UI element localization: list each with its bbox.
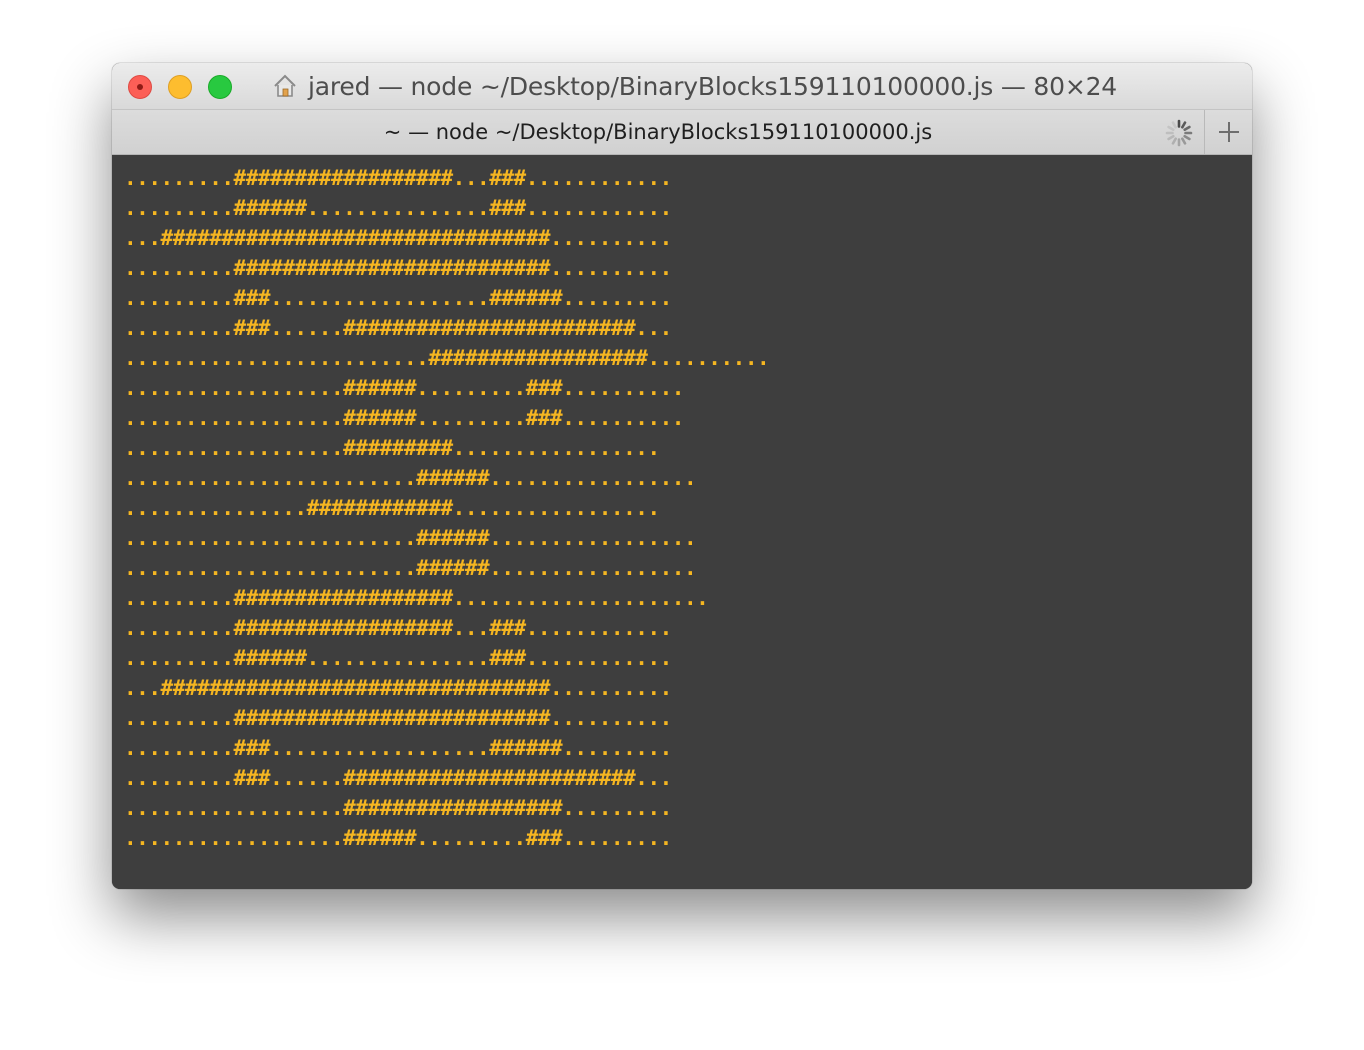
terminal-line: .........................###############… <box>124 346 770 370</box>
terminal-line: .........##################...###.......… <box>124 616 672 640</box>
terminal-line: ........................######..........… <box>124 556 697 580</box>
terminal-line: .........##########################.....… <box>124 256 672 280</box>
terminal-line: ...............############.............… <box>124 496 660 520</box>
activity-spinner-icon <box>1165 119 1193 147</box>
terminal-window: jared — node ~/Desktop/BinaryBlocks15911… <box>112 63 1252 889</box>
terminal-line: .........##################...###.......… <box>124 166 672 190</box>
close-window-button[interactable] <box>128 75 152 99</box>
terminal-line: ...################################.....… <box>124 226 672 250</box>
terminal-line: ...################################.....… <box>124 676 672 700</box>
terminal-line: ..................######.........###....… <box>124 826 672 850</box>
home-icon <box>274 74 296 97</box>
window-title: jared — node ~/Desktop/BinaryBlocks15911… <box>308 71 1117 101</box>
terminal-line: .........###..................######....… <box>124 286 672 310</box>
window-title-group: jared — node ~/Desktop/BinaryBlocks15911… <box>272 71 1117 101</box>
terminal-line: .........##########################.....… <box>124 706 672 730</box>
new-tab-button[interactable] <box>1204 110 1252 154</box>
plus-icon <box>1218 122 1239 142</box>
terminal-line: .........##################.............… <box>124 586 709 610</box>
terminal-line: .........######...............###.......… <box>124 196 672 220</box>
terminal-line: .........######...............###.......… <box>124 646 672 670</box>
minimize-window-button[interactable] <box>168 75 192 99</box>
zoom-window-button[interactable] <box>208 75 232 99</box>
terminal-line: ..................######.........###....… <box>124 376 684 400</box>
terminal-line: .........###..................######....… <box>124 736 672 760</box>
title-bar[interactable]: jared — node ~/Desktop/BinaryBlocks15911… <box>112 63 1252 109</box>
tab-bar: ~ — node ~/Desktop/BinaryBlocks159110100… <box>112 109 1252 155</box>
tab-active[interactable]: ~ — node ~/Desktop/BinaryBlocks159110100… <box>112 110 1204 154</box>
terminal-line: ........................######..........… <box>124 526 697 550</box>
terminal-line: .........###......######################… <box>124 766 672 790</box>
terminal-line: ..................##################....… <box>124 796 672 820</box>
terminal-line: ........................######..........… <box>124 466 697 490</box>
terminal-line: ..................######.........###....… <box>124 406 684 430</box>
terminal-line: ..................#########.............… <box>124 436 660 460</box>
terminal-line: .........###......######################… <box>124 316 672 340</box>
terminal-output[interactable]: .........##################...###.......… <box>112 155 1252 889</box>
